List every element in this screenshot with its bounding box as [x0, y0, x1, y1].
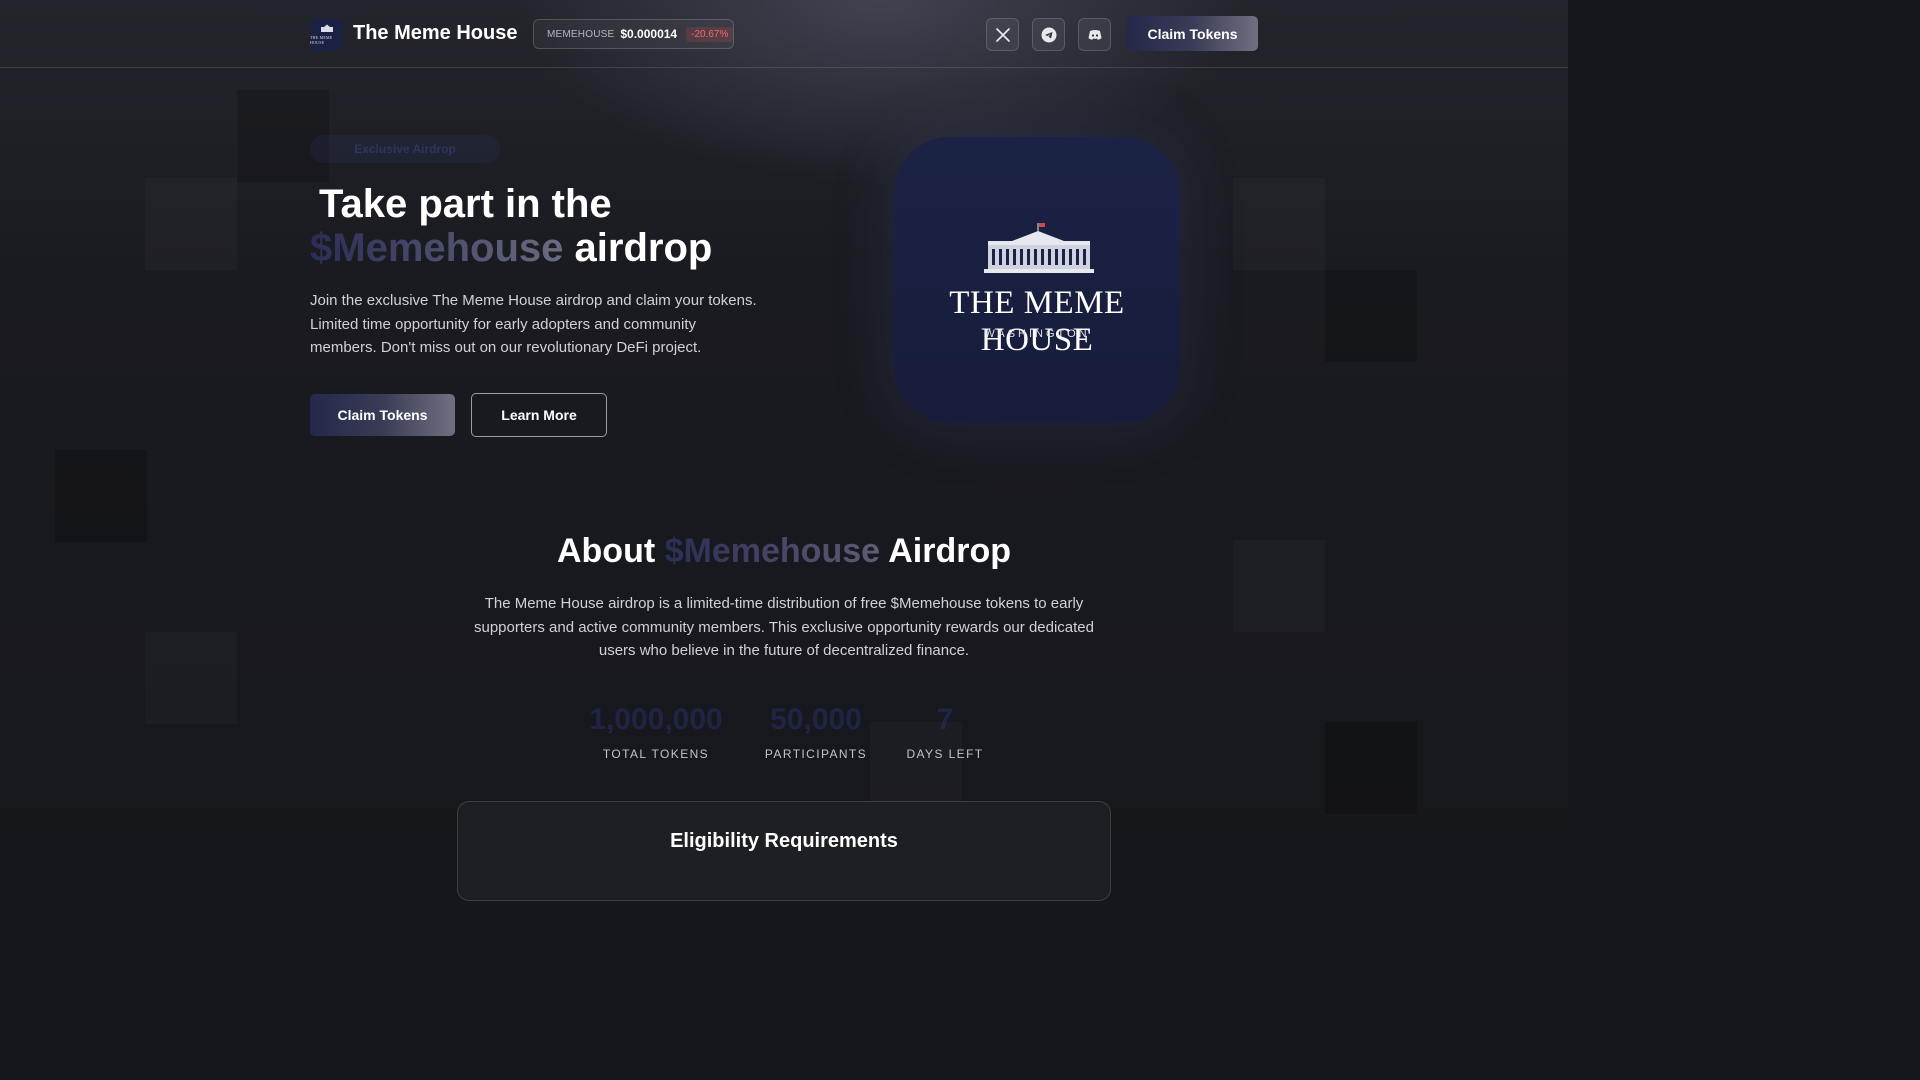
stat-label: DAYS LEFT — [906, 747, 984, 761]
hero-title-line1: Take part in the — [319, 182, 612, 226]
hero-title-highlight: $Memehouse — [310, 226, 564, 270]
bg-tile — [145, 178, 237, 270]
stat-participants: 50,000 PARTICIPANTS — [756, 702, 876, 761]
bg-tile — [1325, 722, 1417, 814]
stat-value: 50,000 — [770, 703, 862, 736]
bg-tile — [145, 632, 237, 724]
stat-value: 1,000,000 — [589, 703, 723, 736]
logo-subtitle: WASHINGTON — [984, 328, 1090, 340]
about-description: The Meme House airdrop is a limited-time… — [473, 595, 1094, 659]
brand-logo[interactable]: THE MEME HOUSE — [310, 18, 343, 51]
white-house-icon — [320, 24, 333, 32]
about-title-suffix: Airdrop — [888, 532, 1011, 570]
telegram-icon — [1041, 27, 1056, 42]
stat-label: TOTAL TOKENS — [602, 747, 710, 761]
hero-title-rest: airdrop — [574, 226, 713, 270]
bg-tile — [1233, 178, 1325, 270]
bg-tile — [237, 90, 329, 182]
hero-description: Join the exclusive The Meme House airdro… — [310, 292, 757, 356]
hero-title-line2: $Memehouse airdrop — [310, 226, 712, 270]
logo-title: THE MEME HOUSE — [949, 285, 1125, 358]
stat-label: PARTICIPANTS — [764, 747, 868, 761]
top-navbar: THE MEME HOUSE The Meme House MEMEHOUSE … — [0, 0, 1568, 68]
about-title-highlight: $Memehouse — [664, 532, 881, 570]
brand-name[interactable]: The Meme House — [353, 22, 517, 45]
x-icon — [995, 27, 1010, 42]
discord-social-button[interactable] — [1078, 18, 1111, 51]
hero-claim-button[interactable]: Claim Tokens — [310, 394, 455, 436]
stat-value: 7 — [936, 703, 954, 736]
stat-total-tokens: 1,000,000 TOTAL TOKENS — [580, 702, 732, 761]
bg-tile — [1325, 270, 1417, 362]
x-social-button[interactable] — [986, 18, 1019, 51]
hero-title: Take part in the $Memehouse airdrop — [310, 182, 712, 270]
brand-logo-text: THE MEME HOUSE — [310, 35, 333, 45]
ticker-price: $0.000014 — [620, 27, 678, 41]
telegram-social-button[interactable] — [1032, 18, 1065, 51]
about-title-prefix: About — [556, 532, 656, 570]
ticker-symbol: MEMEHOUSE — [547, 28, 615, 40]
eligibility-card: Eligibility Requirements — [457, 801, 1111, 901]
ticker-change-badge: -20.67% — [686, 26, 734, 42]
learn-more-button[interactable]: Learn More — [471, 393, 607, 437]
price-ticker: MEMEHOUSE $0.000014 -20.67% — [533, 19, 734, 49]
discord-icon — [1088, 29, 1101, 40]
stat-days-left: 7 DAYS LEFT — [900, 702, 990, 761]
about-title: About $Memehouse Airdrop — [0, 532, 1568, 571]
eligibility-title: Eligibility Requirements — [670, 830, 898, 852]
meme-house-logo-card: THE MEME HOUSE WASHINGTON — [894, 137, 1180, 423]
bg-tile — [55, 450, 147, 542]
hero-badge: Exclusive Airdrop — [310, 135, 500, 163]
white-house-icon — [984, 223, 1094, 273]
header-claim-button[interactable]: Claim Tokens — [1127, 16, 1258, 51]
